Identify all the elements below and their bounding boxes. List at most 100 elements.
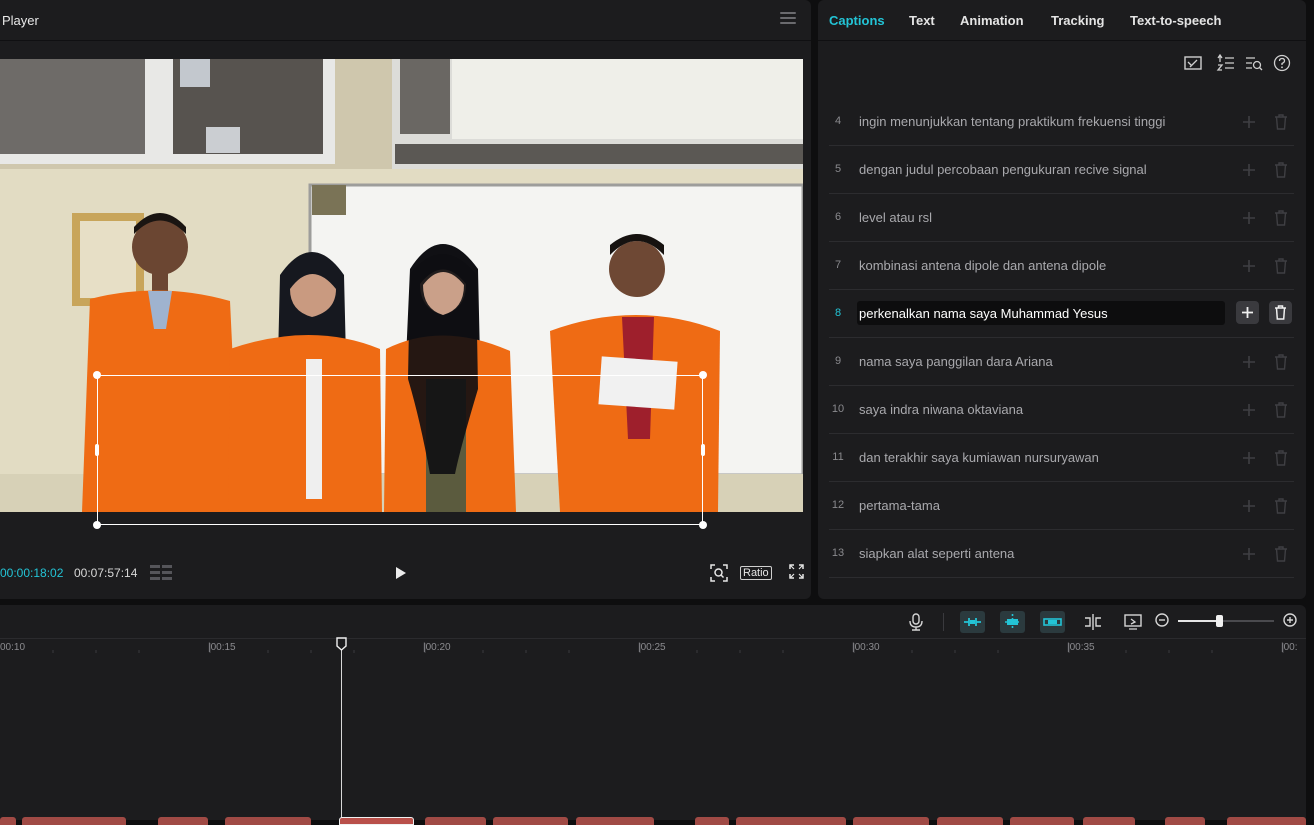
caption-row[interactable]: 7 kombinasi antena dipole dan antena dip…	[829, 242, 1294, 290]
delete-caption-icon[interactable]	[1274, 162, 1288, 178]
add-caption-icon[interactable]	[1241, 450, 1257, 466]
add-caption-button[interactable]	[1236, 301, 1259, 324]
help-icon[interactable]	[1273, 54, 1291, 72]
caption-clip[interactable]	[1165, 817, 1205, 825]
delete-caption-icon[interactable]	[1274, 114, 1288, 130]
caption-clip[interactable]	[1083, 817, 1135, 825]
caption-row[interactable]: 11 dan terakhir saya kumiawan nursuryawa…	[829, 434, 1294, 482]
toolbar-divider	[943, 613, 944, 631]
microphone-icon[interactable]	[908, 613, 924, 631]
caption-clip[interactable]	[736, 817, 846, 825]
caption-clip[interactable]	[225, 817, 311, 825]
caption-clip[interactable]	[158, 817, 208, 825]
add-caption-icon[interactable]	[1241, 498, 1257, 514]
caption-clip-selected[interactable]	[339, 817, 414, 825]
caption-number: 9	[834, 355, 842, 367]
playhead-line[interactable]	[341, 640, 342, 820]
caption-clip[interactable]	[0, 817, 16, 825]
add-caption-icon[interactable]	[1241, 402, 1257, 418]
caption-image-icon[interactable]	[1184, 54, 1202, 72]
caption-selection-box[interactable]	[97, 375, 703, 525]
add-caption-icon[interactable]	[1241, 162, 1257, 178]
caption-row[interactable]: 6 level atau rsl	[829, 194, 1294, 242]
menu-icon[interactable]	[780, 12, 796, 26]
resize-handle-br[interactable]	[699, 521, 707, 529]
fullscreen-icon[interactable]	[789, 564, 804, 579]
find-replace-icon[interactable]	[1245, 54, 1263, 72]
caption-clip[interactable]	[425, 817, 486, 825]
ruler-label: |00:30	[852, 642, 880, 653]
resize-handle-left[interactable]	[95, 444, 99, 456]
caption-text[interactable]: level atau rsl	[859, 210, 932, 225]
caption-text[interactable]: dengan judul percobaan pengukuran recive…	[859, 162, 1147, 177]
split-icon[interactable]	[1083, 613, 1103, 631]
caption-text[interactable]: saya indra niwana oktaviana	[859, 402, 1023, 417]
play-icon[interactable]	[392, 564, 408, 582]
caption-text[interactable]: kombinasi antena dipole dan antena dipol…	[859, 258, 1106, 273]
delete-caption-icon[interactable]	[1274, 546, 1288, 562]
caption-row[interactable]: 9 nama saya panggilan dara Ariana	[829, 338, 1294, 386]
caption-clip[interactable]	[1227, 817, 1306, 825]
caption-text[interactable]: siapkan alat seperti antena	[859, 546, 1014, 561]
ruler-label: 00:10	[0, 642, 26, 653]
caption-clip[interactable]	[937, 817, 1003, 825]
zoom-out-icon[interactable]	[1155, 613, 1171, 629]
tab-tracking[interactable]: Tracking	[1051, 13, 1104, 28]
delete-caption-icon[interactable]	[1274, 210, 1288, 226]
delete-caption-icon[interactable]	[1274, 450, 1288, 466]
auto-snap-icon[interactable]	[960, 611, 985, 633]
timecode-format-icon[interactable]	[150, 564, 172, 581]
caption-row-active[interactable]: 8	[829, 290, 1294, 338]
caption-text[interactable]: nama saya panggilan dara Ariana	[859, 354, 1053, 369]
caption-text[interactable]: ingin menunjukkan tentang praktikum frek…	[859, 114, 1165, 129]
preview-icon[interactable]	[1124, 613, 1142, 631]
ruler-label: |00:	[1281, 642, 1298, 653]
sort-captions-icon[interactable]	[1216, 54, 1236, 72]
delete-caption-icon[interactable]	[1274, 354, 1288, 370]
caption-row[interactable]: 12 pertama-tama	[829, 482, 1294, 530]
zoom-slider-track[interactable]	[1178, 620, 1274, 622]
tab-text-to-speech[interactable]: Text-to-speech	[1130, 13, 1222, 28]
resize-handle-tr[interactable]	[699, 371, 707, 379]
delete-caption-icon[interactable]	[1274, 498, 1288, 514]
delete-caption-icon[interactable]	[1274, 402, 1288, 418]
caption-number: 11	[832, 451, 844, 463]
ruler-label: |00:20	[423, 642, 451, 653]
tab-animation[interactable]: Animation	[960, 13, 1024, 28]
resize-handle-right[interactable]	[701, 444, 705, 456]
tab-text[interactable]: Text	[909, 13, 935, 28]
zoom-slider-thumb[interactable]	[1216, 615, 1223, 627]
playhead-handle[interactable]	[336, 637, 347, 651]
caption-text[interactable]: pertama-tama	[859, 498, 940, 513]
resize-handle-tl[interactable]	[93, 371, 101, 379]
resize-handle-bl[interactable]	[93, 521, 101, 529]
add-caption-icon[interactable]	[1241, 546, 1257, 562]
caption-row[interactable]: 10 saya indra niwana oktaviana	[829, 386, 1294, 434]
caption-clip[interactable]	[695, 817, 729, 825]
caption-clip[interactable]	[493, 817, 568, 825]
tab-captions[interactable]: Captions	[829, 13, 885, 28]
caption-clip[interactable]	[576, 817, 654, 825]
preview-axis-icon[interactable]	[1040, 611, 1065, 633]
zoom-fit-icon[interactable]	[710, 564, 728, 582]
delete-caption-icon[interactable]	[1274, 258, 1288, 274]
ratio-button[interactable]: Ratio	[740, 566, 772, 580]
zoom-slider-fill	[1178, 620, 1220, 622]
add-caption-icon[interactable]	[1241, 114, 1257, 130]
add-caption-icon[interactable]	[1241, 354, 1257, 370]
add-caption-icon[interactable]	[1241, 258, 1257, 274]
caption-row[interactable]: 4 ingin menunjukkan tentang praktikum fr…	[829, 98, 1294, 146]
add-caption-icon[interactable]	[1241, 210, 1257, 226]
caption-clip[interactable]	[22, 817, 126, 825]
time-ruler[interactable]: 00:10 |00:15 |00:20 |00:25 |00:30 |00:35…	[0, 638, 1306, 658]
caption-row[interactable]: 13 siapkan alat seperti antena	[829, 530, 1294, 578]
caption-edit-input[interactable]	[857, 301, 1225, 325]
caption-text[interactable]: dan terakhir saya kumiawan nursuryawan	[859, 450, 1099, 465]
player-panel: Player 00:00:18:02 00:07:57:14 Ratio	[0, 0, 811, 599]
linkage-icon[interactable]	[1000, 611, 1025, 633]
caption-row[interactable]: 5 dengan judul percobaan pengukuran reci…	[829, 146, 1294, 194]
caption-clip[interactable]	[853, 817, 929, 825]
delete-caption-button[interactable]	[1269, 301, 1292, 324]
zoom-in-icon[interactable]	[1283, 613, 1299, 629]
caption-clip[interactable]	[1010, 817, 1074, 825]
